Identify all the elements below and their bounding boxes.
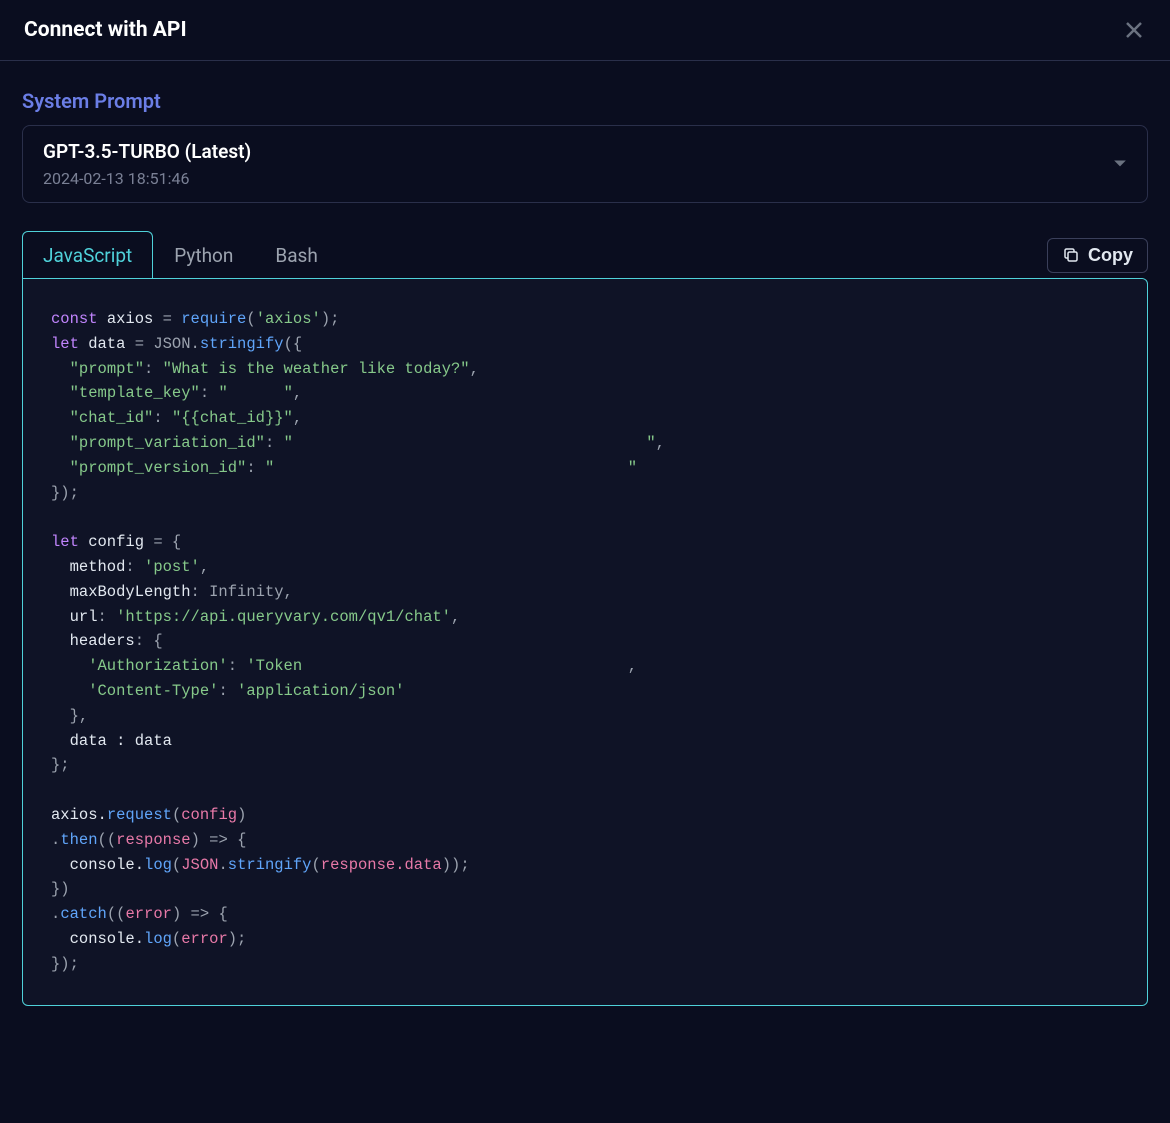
language-tabs: JavaScript Python Bash — [22, 231, 339, 279]
system-prompt-dropdown[interactable]: GPT-3.5-TURBO (Latest) 2024-02-13 18:51:… — [22, 125, 1148, 203]
code-block: const axios = require('axios'); let data… — [22, 278, 1148, 1006]
tab-javascript[interactable]: JavaScript — [22, 231, 153, 279]
dropdown-selected-model: GPT-3.5-TURBO (Latest) — [43, 140, 251, 163]
dropdown-date: 2024-02-13 18:51:46 — [43, 169, 251, 188]
close-button[interactable] — [1122, 18, 1146, 42]
chevron-down-icon — [1113, 159, 1127, 169]
code-content: const axios = require('axios'); let data… — [51, 307, 1119, 977]
tab-bash[interactable]: Bash — [254, 231, 338, 279]
system-prompt-label: System Prompt — [22, 89, 1148, 113]
tab-python[interactable]: Python — [153, 231, 254, 279]
page-title: Connect with API — [24, 18, 187, 42]
close-icon — [1122, 18, 1146, 42]
copy-button-label: Copy — [1088, 245, 1133, 266]
copy-icon — [1062, 246, 1080, 264]
copy-button[interactable]: Copy — [1047, 238, 1148, 273]
